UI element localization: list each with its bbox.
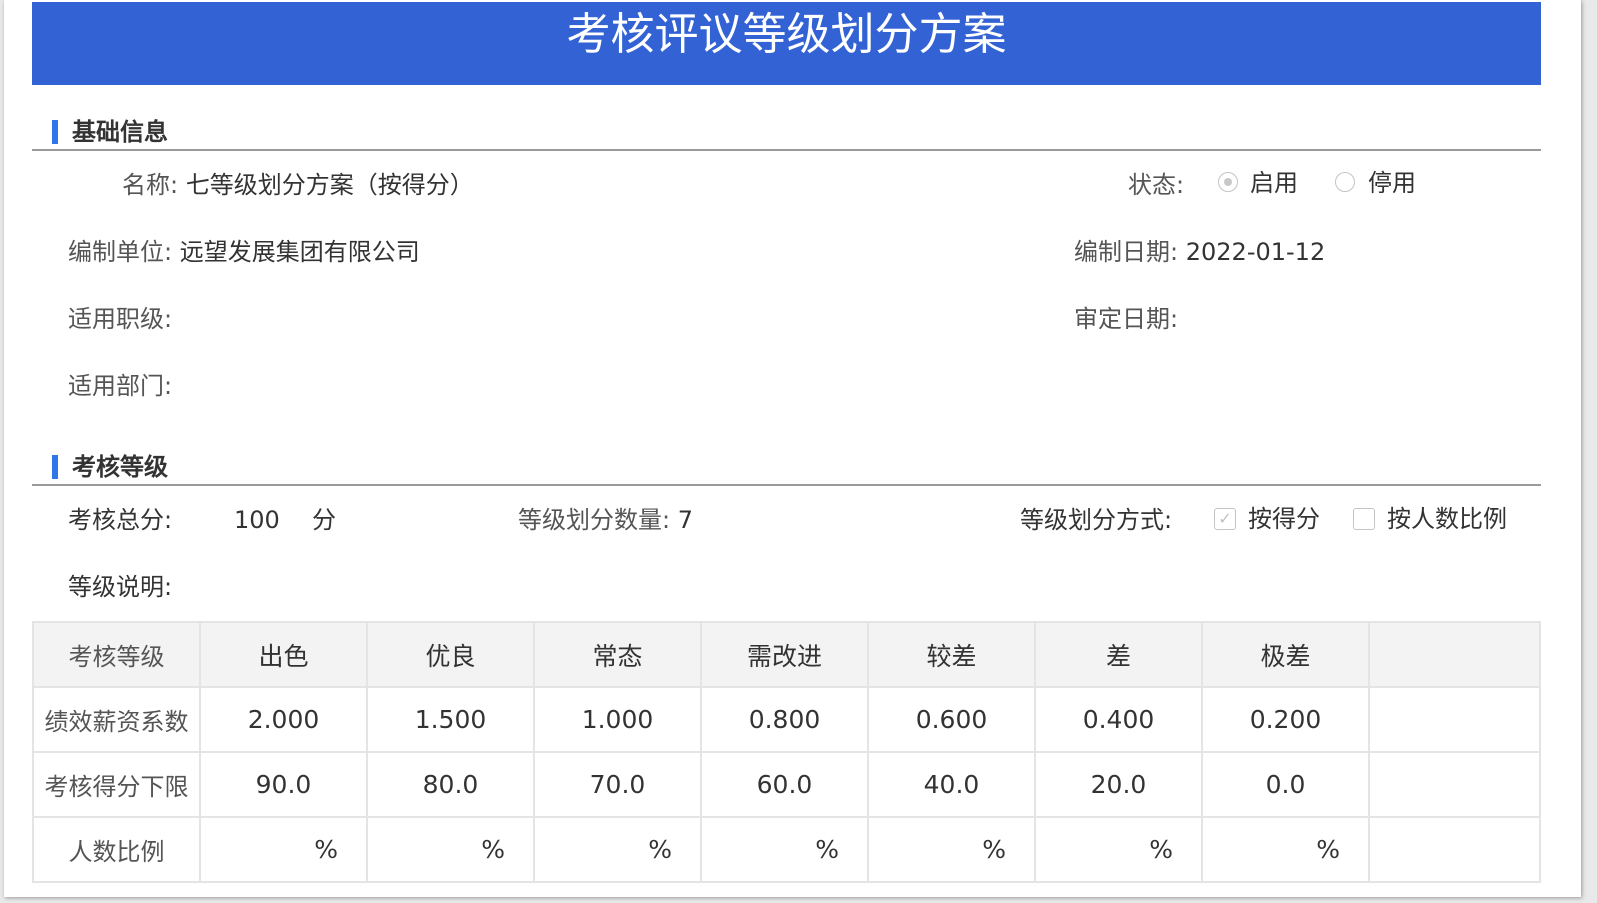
grade-count-field: 等级划分数量: 7 — [518, 505, 693, 535]
total-score-unit: 分 — [312, 506, 336, 534]
score-cell[interactable]: 40.0 — [867, 751, 1036, 818]
form-page: 考核评议等级划分方案 基础信息 名称: 七等级划分方案（按得分） 状态: 启用 … — [4, 0, 1581, 897]
unit-label: 编制单位: — [68, 238, 173, 266]
section-title-grade: 考核等级 — [72, 453, 168, 481]
level-cell: 需改进 — [700, 621, 869, 688]
score-cell[interactable]: 0.0 — [1201, 751, 1370, 818]
ratio-cell[interactable]: % — [700, 816, 869, 883]
level-cell: 差 — [1034, 621, 1203, 688]
header-label: 考核等级 — [32, 621, 201, 688]
date-field: 编制日期: 2022-01-12 — [1074, 237, 1325, 267]
method-label: 等级划分方式: — [1020, 506, 1173, 534]
status-label: 状态: — [1128, 171, 1185, 199]
grade-desc-label: 等级说明: — [68, 573, 173, 601]
method-by-score-label: 按得分 — [1248, 505, 1320, 533]
score-cell[interactable]: 70.0 — [533, 751, 702, 818]
section-marker — [52, 120, 58, 144]
coef-cell[interactable]: 0.800 — [700, 686, 869, 753]
unit-field: 编制单位: 远望发展集团有限公司 — [68, 237, 420, 267]
table-row-score: 考核得分下限 90.0 80.0 70.0 60.0 40.0 20.0 0.0 — [32, 751, 1541, 818]
score-label: 考核得分下限 — [32, 751, 201, 818]
grade-count-value[interactable]: 7 — [678, 506, 693, 534]
table-row-ratio: 人数比例 % % % % % % % — [32, 816, 1541, 883]
ratio-label: 人数比例 — [32, 816, 201, 883]
level-cell: 出色 — [199, 621, 368, 688]
score-cell[interactable]: 20.0 — [1034, 751, 1203, 818]
method-by-ratio-label: 按人数比例 — [1387, 505, 1507, 533]
rank-field: 适用职级: — [68, 304, 172, 334]
table-header-row: 考核等级 出色 优良 常态 需改进 较差 差 极差 — [32, 621, 1541, 688]
status-radio-enabled[interactable] — [1218, 172, 1238, 192]
ratio-cell[interactable]: % — [1034, 816, 1203, 883]
coef-cell[interactable]: 0.600 — [867, 686, 1036, 753]
review-date-field: 审定日期: — [1074, 304, 1178, 334]
level-cell: 较差 — [867, 621, 1036, 688]
name-value[interactable]: 七等级划分方案（按得分） — [186, 171, 474, 199]
ratio-cell[interactable]: % — [366, 816, 535, 883]
name-field: 名称: 七等级划分方案（按得分） — [122, 170, 474, 200]
date-label: 编制日期: — [1074, 238, 1179, 266]
coef-cell[interactable]: 1.500 — [366, 686, 535, 753]
coef-cell[interactable]: 0.400 — [1034, 686, 1203, 753]
empty-cell — [1368, 751, 1541, 818]
ratio-cell[interactable]: % — [1201, 816, 1370, 883]
ratio-cell[interactable]: % — [867, 816, 1036, 883]
ratio-cell[interactable]: % — [533, 816, 702, 883]
total-score-value[interactable]: 100 — [234, 505, 280, 535]
section-marker — [52, 455, 58, 479]
section-title-basic: 基础信息 — [72, 118, 168, 146]
coef-cell[interactable]: 1.000 — [533, 686, 702, 753]
level-cell: 极差 — [1201, 621, 1370, 688]
level-cell: 优良 — [366, 621, 535, 688]
review-date-label: 审定日期: — [1074, 305, 1179, 333]
grade-table: 考核等级 出色 优良 常态 需改进 较差 差 极差 绩效薪资系数 2.000 1… — [32, 621, 1541, 883]
dept-field: 适用部门: — [68, 371, 172, 401]
empty-cell — [1368, 686, 1541, 753]
status-radio-disabled[interactable] — [1335, 172, 1355, 192]
status-option-disabled: 停用 — [1368, 169, 1416, 197]
section-basic-info: 基础信息 — [32, 115, 1541, 151]
level-cell: 常态 — [533, 621, 702, 688]
page-title: 考核评议等级划分方案 — [32, 2, 1541, 85]
ratio-cell[interactable]: % — [199, 816, 368, 883]
status-option-enabled: 启用 — [1250, 169, 1298, 197]
score-cell[interactable]: 90.0 — [199, 751, 368, 818]
unit-value[interactable]: 远望发展集团有限公司 — [180, 238, 420, 266]
score-cell[interactable]: 60.0 — [700, 751, 869, 818]
grade-count-label: 等级划分数量: — [518, 506, 671, 534]
coef-cell[interactable]: 0.200 — [1201, 686, 1370, 753]
date-value[interactable]: 2022-01-12 — [1186, 238, 1325, 266]
method-by-ratio-checkbox[interactable] — [1353, 508, 1375, 530]
total-score-label: 考核总分: — [68, 506, 173, 534]
table-row-coef: 绩效薪资系数 2.000 1.500 1.000 0.800 0.600 0.4… — [32, 686, 1541, 753]
method-by-score-checkbox[interactable]: ✓ — [1214, 508, 1236, 530]
coef-cell[interactable]: 2.000 — [199, 686, 368, 753]
coef-label: 绩效薪资系数 — [32, 686, 201, 753]
name-label: 名称: — [122, 171, 179, 199]
score-cell[interactable]: 80.0 — [366, 751, 535, 818]
rank-label: 适用职级: — [68, 305, 173, 333]
empty-cell — [1368, 816, 1541, 883]
section-grade: 考核等级 — [32, 450, 1541, 486]
empty-cell — [1368, 621, 1541, 688]
dept-label: 适用部门: — [68, 372, 173, 400]
